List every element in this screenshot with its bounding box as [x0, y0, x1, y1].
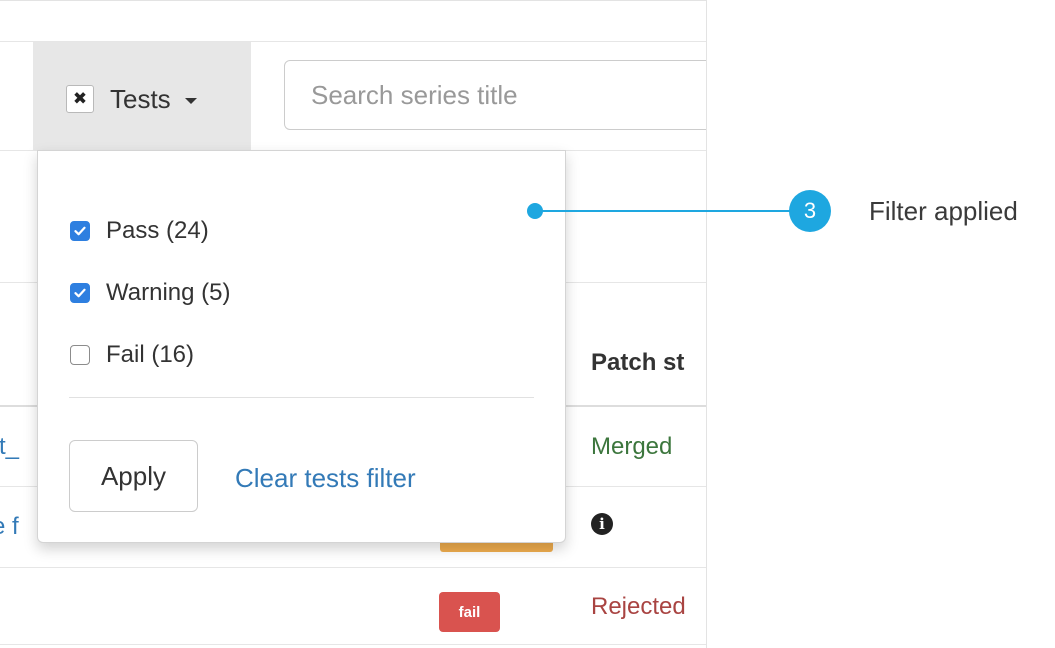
fail-badge: fail [439, 592, 500, 632]
checkmark-icon [74, 288, 86, 298]
checkmark-icon [74, 226, 86, 236]
filter-option-label: Warning (5) [106, 279, 231, 306]
column-header-patch-state: Patch st [591, 349, 685, 376]
filter-option-label: Fail (16) [106, 341, 195, 368]
screenshot-frame: ✖ Tests Patch st t_ Merged e f i fail Re… [0, 0, 707, 648]
series-link[interactable]: t_ [0, 433, 19, 461]
divider [0, 644, 706, 645]
dropdown-divider [69, 397, 534, 398]
filter-option-pass[interactable]: Pass (24) [70, 217, 209, 245]
caret-down-icon [184, 97, 197, 104]
filter-option-fail[interactable]: Fail (16) [70, 341, 194, 369]
apply-button[interactable]: Apply [69, 440, 198, 512]
status-rejected: Rejected [591, 593, 686, 620]
series-link[interactable]: e f [0, 513, 19, 541]
clear-filter-icon[interactable]: ✖ [66, 85, 94, 113]
filter-option-warning[interactable]: Warning (5) [70, 279, 230, 307]
checkbox-unchecked[interactable] [70, 345, 90, 365]
filter-option-label: Pass (24) [106, 217, 209, 244]
search-series-input[interactable] [284, 60, 706, 130]
clear-tests-filter-link[interactable]: Clear tests filter [235, 463, 416, 494]
status-merged: Merged [591, 433, 673, 460]
info-circle-icon[interactable]: i [591, 513, 613, 535]
checkbox-checked[interactable] [70, 221, 90, 241]
checkbox-checked[interactable] [70, 283, 90, 303]
callout-label: Filter applied [869, 196, 1018, 226]
tests-filter-button[interactable]: ✖ Tests [66, 81, 197, 117]
tests-filter-dropdown: Pass (24) Warning (5) Fail (16) Apply Cl… [37, 150, 566, 543]
divider [0, 567, 706, 568]
callout-leader-line [540, 210, 794, 212]
callout-number-badge: 3 [789, 190, 831, 232]
tests-filter-label: Tests [110, 83, 171, 114]
